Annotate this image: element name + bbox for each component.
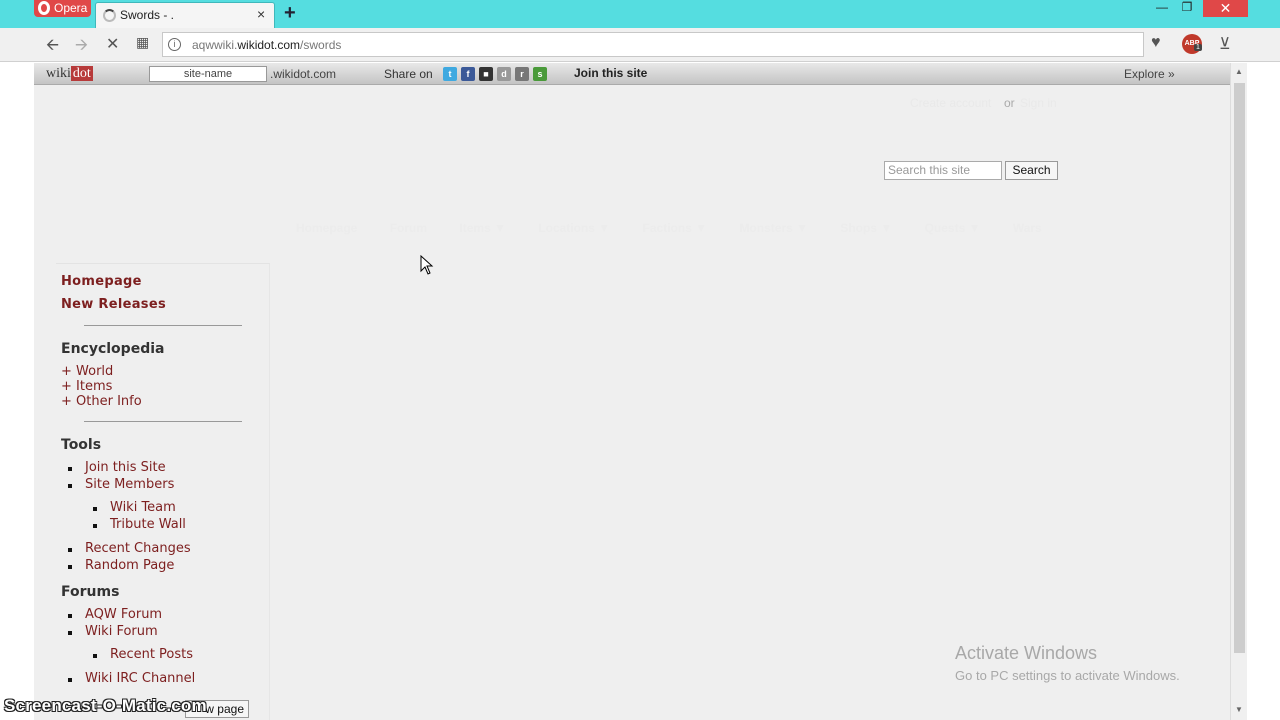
bullet-icon xyxy=(68,548,72,552)
sidebar-item-aqw-forum[interactable]: AQW Forum xyxy=(85,607,162,622)
sidebar-item-join-site[interactable]: Join this Site xyxy=(85,460,166,475)
bullet-icon xyxy=(93,507,97,511)
sidebar-item-world[interactable]: + World xyxy=(61,364,113,379)
bullet-icon xyxy=(68,631,72,635)
sidebar-divider xyxy=(84,421,242,422)
reddit-icon[interactable]: r xyxy=(515,67,529,81)
url-text[interactable]: aqwwiki.wikidot.com/swords xyxy=(192,38,341,52)
delicious-icon[interactable]: ■ xyxy=(479,67,493,81)
sidebar-item-recent-changes[interactable]: Recent Changes xyxy=(85,541,191,556)
heart-icon[interactable]: ♥ xyxy=(1151,34,1161,52)
site-name-input[interactable]: site-name xyxy=(149,66,267,82)
wikidot-bar: wiki dot site-name .wikidot.com Share on … xyxy=(34,63,1230,85)
sidebar-item-irc-channel[interactable]: Wiki IRC Channel xyxy=(85,671,195,686)
nav-shops[interactable]: Shops ▼ xyxy=(840,221,892,235)
screencast-watermark: Screencast-O-Matic.com xyxy=(4,696,207,715)
window-right-edge xyxy=(1247,63,1280,720)
activate-windows-title: Activate Windows xyxy=(955,643,1098,663)
sidebar-item-other-info[interactable]: + Other Info xyxy=(61,394,142,409)
window-close-button[interactable]: ✕ xyxy=(1203,0,1248,17)
share-label: Share on xyxy=(384,67,433,81)
stop-icon[interactable]: ✕ xyxy=(106,34,119,54)
sidebar-item-homepage[interactable]: Homepage xyxy=(61,274,142,289)
sidebar-item-wiki-forum[interactable]: Wiki Forum xyxy=(85,624,158,639)
scrollbar-thumb[interactable] xyxy=(1234,83,1245,653)
side-bar: Homepage New Releases Encyclopedia + Wor… xyxy=(56,263,270,720)
nav-factions[interactable]: Factions ▼ xyxy=(643,221,708,235)
address-bar[interactable]: i aqwwiki.wikidot.com/swords xyxy=(162,32,1144,57)
explore-link[interactable]: Explore » xyxy=(1124,67,1175,81)
nav-items[interactable]: Items ▼ xyxy=(459,221,506,235)
new-tab-button[interactable]: + xyxy=(284,2,296,25)
facebook-icon[interactable]: f xyxy=(461,67,475,81)
tab-swords[interactable]: Swords - . × xyxy=(95,2,275,28)
or-text: or xyxy=(1004,96,1015,110)
opera-menu-label: Opera xyxy=(54,1,88,15)
nav-monsters[interactable]: Monsters ▼ xyxy=(739,221,808,235)
nav-forum[interactable]: Forum xyxy=(390,221,427,235)
site-info-icon[interactable]: i xyxy=(168,38,181,51)
bullet-icon xyxy=(68,678,72,682)
bullet-icon xyxy=(68,467,72,471)
window-maximize-button[interactable]: ❐ xyxy=(1176,0,1198,16)
sidebar-item-random-page[interactable]: Random Page xyxy=(85,558,174,573)
window-minimize-button[interactable]: — xyxy=(1152,0,1172,16)
stumbleupon-icon[interactable]: s xyxy=(533,67,547,81)
tab-title: Swords - . xyxy=(120,8,175,22)
tab-close-icon[interactable]: × xyxy=(257,6,265,22)
create-account-link[interactable]: Create account xyxy=(910,96,991,110)
speed-dial-icon[interactable]: ▦ xyxy=(136,34,149,51)
browser-title-bar: Opera Swords - . × + — ❐ ✕ xyxy=(0,0,1280,28)
sidebar-item-site-members[interactable]: Site Members xyxy=(85,477,174,492)
activate-windows-subtitle: Go to PC settings to activate Windows. xyxy=(955,668,1180,683)
download-icon[interactable]: ⊻ xyxy=(1219,34,1231,54)
sidebar-heading-encyclopedia: Encyclopedia xyxy=(61,341,165,357)
loading-spinner-icon xyxy=(103,9,116,22)
search-button[interactable]: Search xyxy=(1005,161,1058,180)
wikidot-domain: .wikidot.com xyxy=(270,67,337,81)
scroll-up-icon[interactable]: ▲ xyxy=(1235,67,1243,76)
forward-icon[interactable]: 🡪 xyxy=(75,34,88,61)
sidebar-item-items[interactable]: + Items xyxy=(61,379,112,394)
back-icon[interactable]: 🡨 xyxy=(46,34,59,61)
web-page: wiki dot site-name .wikidot.com Share on … xyxy=(34,63,1230,720)
bullet-icon xyxy=(68,614,72,618)
top-navigation: Homepage Forum Items ▼ Locations ▼ Facti… xyxy=(296,221,1071,235)
sidebar-item-new-releases[interactable]: New Releases xyxy=(61,297,166,312)
nav-homepage[interactable]: Homepage xyxy=(296,221,357,235)
bullet-icon xyxy=(68,484,72,488)
vertical-scrollbar[interactable]: ▲ ▼ xyxy=(1230,63,1247,720)
sidebar-item-recent-posts[interactable]: Recent Posts xyxy=(110,647,193,662)
twitter-icon[interactable]: t xyxy=(443,67,457,81)
window-left-edge xyxy=(0,63,34,720)
sidebar-divider xyxy=(84,325,242,326)
nav-wars[interactable]: Wars xyxy=(1013,221,1042,235)
opera-logo-icon xyxy=(38,1,50,15)
nav-quests[interactable]: Quests ▼ xyxy=(925,221,981,235)
sign-in-link[interactable]: Sign in xyxy=(1020,96,1057,110)
adblock-count-badge: 1 xyxy=(1194,44,1202,51)
sidebar-heading-tools: Tools xyxy=(61,437,102,453)
join-site-link[interactable]: Join this site xyxy=(574,66,647,80)
bullet-icon xyxy=(68,565,72,569)
search-input[interactable]: Search this site xyxy=(884,161,1002,180)
nav-locations[interactable]: Locations ▼ xyxy=(538,221,610,235)
sidebar-heading-forums: Forums xyxy=(61,584,120,600)
mouse-cursor-icon xyxy=(420,255,434,275)
bullet-icon xyxy=(93,654,97,658)
opera-menu-button[interactable]: Opera xyxy=(34,0,91,17)
sidebar-item-tribute-wall[interactable]: Tribute Wall xyxy=(110,517,186,532)
sidebar-item-wiki-team[interactable]: Wiki Team xyxy=(110,500,176,515)
browser-toolbar: 🡨 🡪 ✕ ▦ i aqwwiki.wikidot.com/swords ♥ A… xyxy=(0,28,1280,62)
bullet-icon xyxy=(93,524,97,528)
wikidot-logo[interactable]: wiki dot xyxy=(46,66,93,82)
scroll-down-icon[interactable]: ▼ xyxy=(1235,705,1243,714)
digg-icon[interactable]: d xyxy=(497,67,511,81)
